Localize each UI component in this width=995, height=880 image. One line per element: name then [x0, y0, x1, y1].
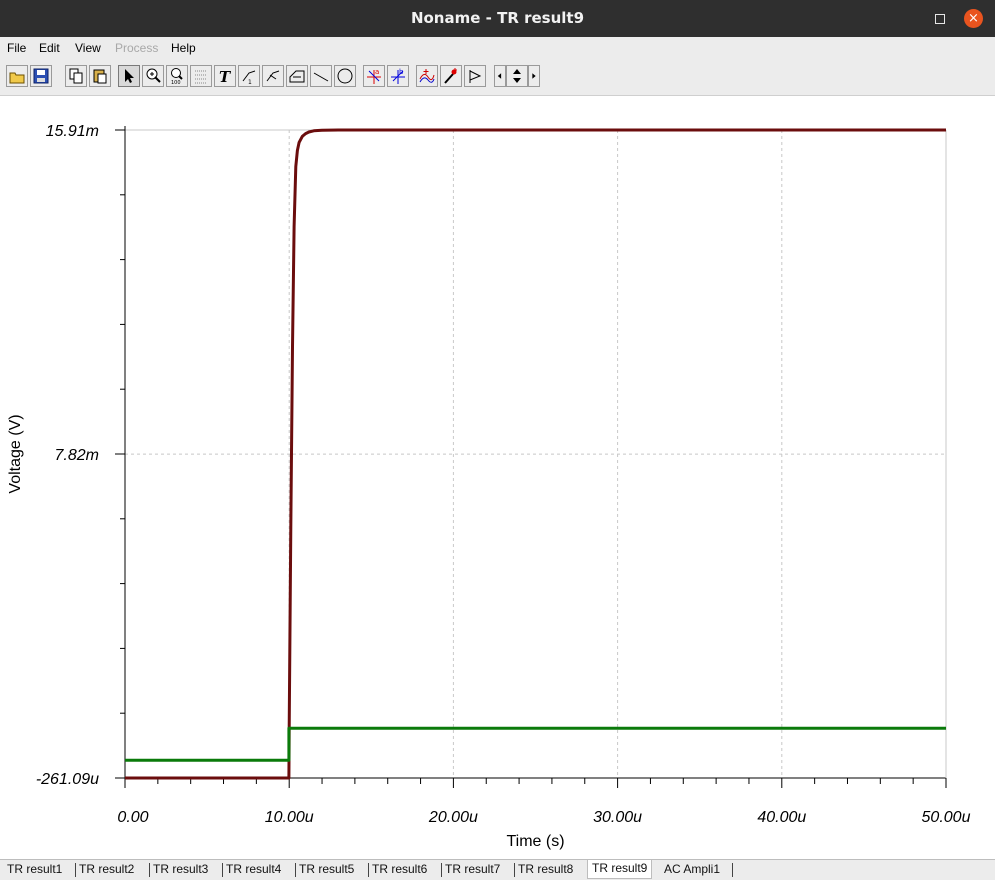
x-tick-label: 30.00u — [593, 809, 642, 826]
x-axis-label: Time (s) — [506, 833, 564, 850]
save-icon — [33, 68, 49, 84]
y-tick-label: -261.09u — [36, 771, 99, 788]
probe-button[interactable] — [440, 65, 462, 87]
tab-separator — [222, 863, 223, 877]
svg-text:b: b — [399, 68, 404, 76]
curves-button[interactable] — [416, 65, 438, 87]
save-button[interactable] — [30, 65, 52, 87]
text-button[interactable]: T — [214, 65, 236, 87]
close-button[interactable]: × — [964, 9, 983, 28]
grid-icon — [195, 70, 207, 84]
title-bar: Noname - TR result9 × — [0, 0, 995, 37]
cursor-a-icon: a — [367, 68, 381, 84]
up-down-arrow-icon — [513, 69, 521, 83]
menu-process: Process — [115, 41, 159, 55]
open-folder-button[interactable] — [6, 65, 28, 87]
tab-ac-ampli1[interactable]: AC Ampli1 — [664, 862, 720, 876]
probe-icon — [444, 68, 457, 84]
tab-separator — [75, 863, 76, 877]
svg-text:100: 100 — [171, 80, 181, 85]
menu-view[interactable]: View — [75, 41, 101, 55]
menu-file[interactable]: File — [7, 41, 26, 55]
toolbar: 100 T 1 a b — [0, 60, 995, 96]
select-arrow-icon — [125, 69, 134, 83]
right-arrow-button[interactable] — [528, 65, 540, 87]
circle-icon — [337, 68, 353, 84]
tab-tr-result3[interactable]: TR result3 — [153, 862, 208, 876]
paste-icon — [93, 69, 107, 84]
copy-icon — [69, 68, 83, 84]
select-arrow-button[interactable] — [118, 65, 140, 87]
marker-1-icon: 1 — [242, 70, 256, 85]
result-tabs: TR result1 TR result2 TR result3 TR result4… — [0, 859, 995, 880]
x-tick-label: 20.00u — [428, 809, 478, 826]
tab-separator — [441, 863, 442, 877]
zoom-in-icon — [146, 68, 161, 83]
waveform-chart: 0.00 10.00u 20.00u 30.00u 40.00u 50.00u -261.0… — [7, 123, 971, 850]
up-down-arrow-button[interactable] — [506, 65, 528, 87]
y-tick-label: 15.91m — [46, 123, 99, 140]
tab-tr-result9[interactable]: TR result9 — [587, 860, 653, 879]
window-title: Noname - TR result9 — [410, 9, 585, 27]
maximize-button[interactable] — [935, 14, 945, 24]
open-folder-icon — [9, 72, 25, 84]
x-tick-label: 50.00u — [922, 809, 971, 826]
zoom-in-button[interactable] — [142, 65, 164, 87]
tab-tr-result8[interactable]: TR result8 — [518, 862, 573, 876]
marker-3-icon — [289, 70, 305, 83]
x-tick-label: 40.00u — [757, 809, 806, 826]
tab-separator — [295, 863, 296, 877]
marker-2-icon — [266, 70, 280, 82]
plot-area[interactable]: 0.00 10.00u 20.00u 30.00u 40.00u 50.00u -261.0… — [0, 96, 995, 859]
paste-button[interactable] — [89, 65, 111, 87]
x-tick-label: 0.00 — [117, 809, 148, 826]
cursor-b-button[interactable]: b — [387, 65, 409, 87]
right-arrow-icon — [532, 73, 536, 79]
curves-icon — [419, 69, 435, 83]
tab-tr-result4[interactable]: TR result4 — [226, 862, 281, 876]
menu-bar: File Edit View Process Help — [0, 37, 995, 60]
left-arrow-icon — [497, 73, 502, 79]
tab-separator — [149, 863, 150, 877]
cursor-a-button[interactable]: a — [363, 65, 385, 87]
marker-3-button[interactable] — [286, 65, 308, 87]
copy-button[interactable] — [65, 65, 87, 87]
line-button[interactable] — [310, 65, 332, 87]
flag-icon — [469, 70, 482, 83]
flag-button[interactable] — [464, 65, 486, 87]
y-axis-label: Voltage (V) — [7, 414, 24, 493]
tab-tr-result5[interactable]: TR result5 — [299, 862, 354, 876]
svg-text:1: 1 — [248, 79, 252, 85]
tab-tr-result1[interactable]: TR result1 — [7, 862, 62, 876]
tab-tr-result7[interactable]: TR result7 — [445, 862, 500, 876]
svg-text:a: a — [375, 68, 379, 76]
grid-button[interactable] — [190, 65, 212, 87]
svg-text:T: T — [219, 68, 232, 85]
x-tick-label: 10.00u — [265, 809, 314, 826]
tab-separator — [732, 863, 733, 877]
menu-help[interactable]: Help — [171, 41, 196, 55]
tab-separator — [514, 863, 515, 877]
text-icon: T — [219, 68, 232, 85]
menu-edit[interactable]: Edit — [39, 41, 60, 55]
tab-tr-result2[interactable]: TR result2 — [79, 862, 134, 876]
zoom-100-button[interactable]: 100 — [166, 65, 188, 87]
marker-1-button[interactable]: 1 — [238, 65, 260, 87]
zoom-100-icon: 100 — [171, 68, 183, 85]
cursor-b-icon: b — [391, 68, 405, 84]
tab-separator — [368, 863, 369, 877]
marker-2-button[interactable] — [262, 65, 284, 87]
y-tick-label: 7.82m — [55, 447, 99, 464]
tab-tr-result6[interactable]: TR result6 — [372, 862, 427, 876]
circle-button[interactable] — [334, 65, 356, 87]
left-arrow-button[interactable] — [494, 65, 506, 87]
line-icon — [313, 72, 329, 82]
